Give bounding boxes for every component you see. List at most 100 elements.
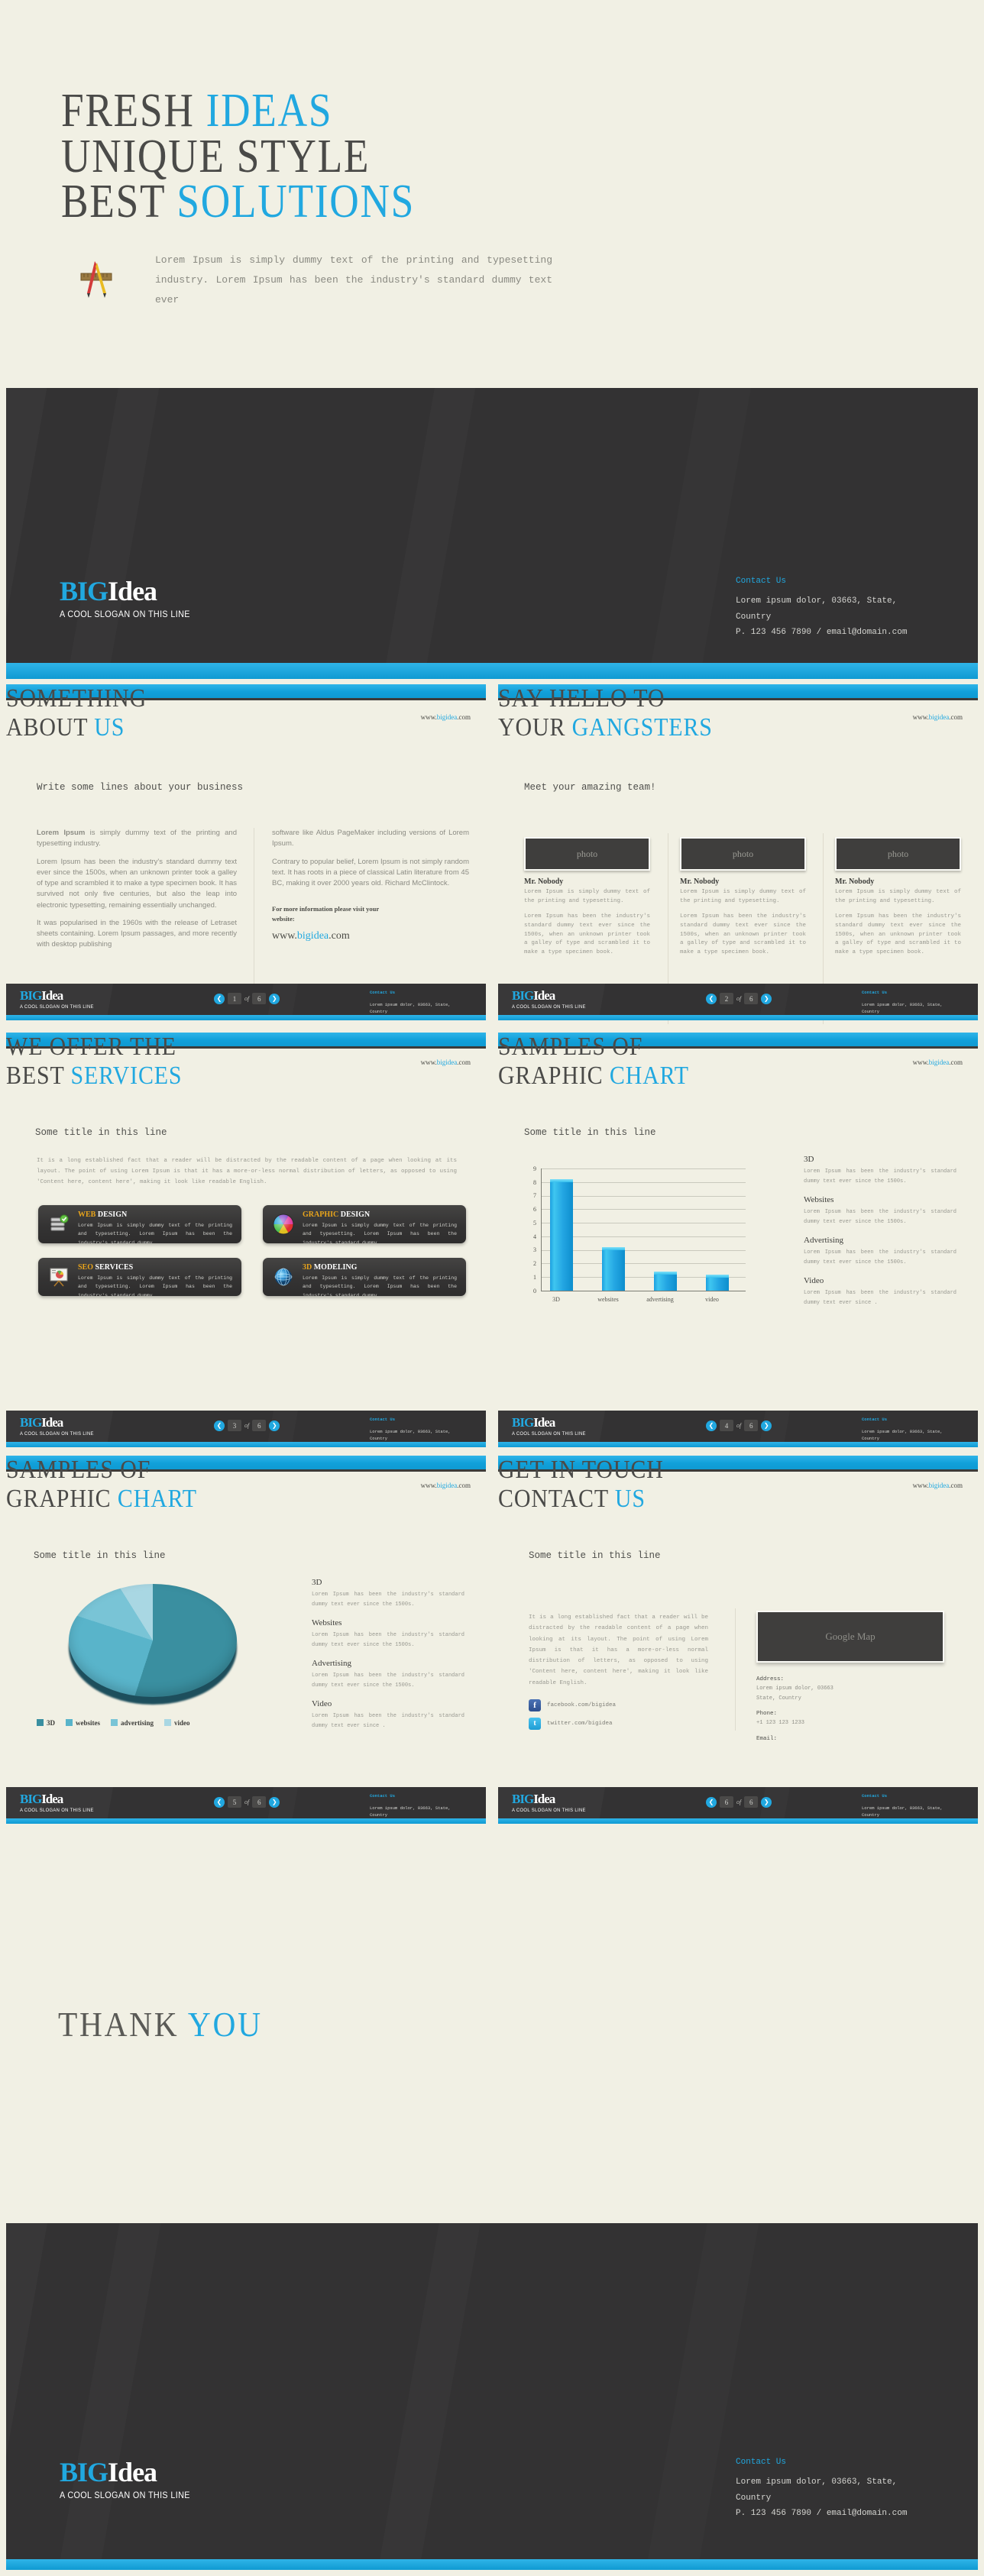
facebook-link[interactable]: f facebook.com/bigidea [529,1698,708,1711]
wireframe-sphere-icon [272,1265,295,1288]
twitter-icon: t [529,1717,541,1730]
member-name: Mr. Nobody [524,878,564,886]
closing-contact-title: Contact Us [736,2458,787,2467]
member-bio-2: Lorem Ipsum has been the industry's stan… [680,913,806,955]
google-map-placeholder[interactable]: Google Map [756,1611,944,1663]
website-tag-suffix: .com [457,713,471,721]
member-bio-2: Lorem Ipsum has been the industry's stan… [524,913,650,955]
chevron-right-icon[interactable]: ❯ [269,1420,280,1431]
member-bio-2: Lorem Ipsum has been the industry's stan… [835,913,961,955]
y-tick-4: 4 [533,1233,536,1240]
about-website-link[interactable]: www.bigidea.com [272,930,469,942]
gridline [541,1168,746,1169]
barchart-legend-list: 3D Lorem Ipsum has been the industry's s… [804,1155,956,1308]
service-card-3d-modeling[interactable]: 3D MODELING Lorem Ipsum is simply dummy … [263,1258,466,1296]
current-page-number[interactable]: 2 [720,993,733,1004]
service-card-web-design[interactable]: WEB DESIGN Lorem Ipsum is simply dummy t… [38,1205,241,1243]
barchart-title-line1: SAMPLES OF [498,1033,643,1061]
hero-line2-part1: UNIQUE STYLE [61,130,371,183]
member-photo-placeholder[interactable]: photo [835,837,961,871]
member-name: Mr. Nobody [835,878,875,886]
chevron-right-icon[interactable]: ❯ [761,1420,772,1431]
piechart-legend-list: 3D Lorem Ipsum has been the industry's s… [312,1578,464,1731]
chevron-left-icon[interactable]: ❮ [706,1796,717,1808]
hero-line3-part1: BEST [61,176,177,228]
chevron-left-icon[interactable]: ❮ [706,1420,717,1431]
current-page-number[interactable]: 4 [720,1420,733,1431]
chevron-left-icon[interactable]: ❮ [706,993,717,1004]
legend-entry-3d: 3D [37,1719,55,1727]
current-page-number[interactable]: 6 [720,1796,733,1808]
current-page-number[interactable]: 1 [228,993,241,1004]
footer-bar: BIGIdea A COOL SLOGAN ON THIS LINE ❮ 6 o… [498,1787,978,1824]
logo-slogan: A COOL SLOGAN ON THIS LINE [60,2490,190,2500]
service-card-body: Lorem Ipsum is simply dummy text of the … [78,1223,232,1243]
services-title-part2: SERVICES [70,1062,183,1090]
chevron-right-icon[interactable]: ❯ [761,993,772,1004]
hero-subtitle: Lorem Ipsum is simply dummy text of the … [155,254,552,305]
team-title-part2: GANGSTERS [571,713,713,742]
service-title-highlight: GRAPHIC [303,1210,339,1219]
chevron-right-icon[interactable]: ❯ [269,1796,280,1808]
barchart-title-part2: CHART [609,1062,689,1090]
website-tag-domain: bigidea [928,713,950,721]
total-pages-number[interactable]: 6 [252,1796,267,1808]
twitter-link[interactable]: t twitter.com/bigidea [529,1717,708,1730]
service-card-graphic-design[interactable]: GRAPHIC DESIGN Lorem Ipsum is simply dum… [263,1205,466,1243]
about-left-p3: It was popularised in the 1960s with the… [37,918,237,949]
x-tick-advertising: advertising [646,1296,674,1303]
legend-item-body: Lorem Ipsum has been the industry's stan… [312,1712,464,1729]
logo-big-text: BIG [20,1415,42,1430]
footer-contact-address-1: Lorem ipsum dolor, 03663, State, [370,1001,451,1007]
footer-contact-address-1: Lorem ipsum dolor, 03663, State, [370,1805,451,1811]
slide-services: www.bigidea.com WE OFFER THE BEST SERVIC… [6,1033,486,1321]
about-url-domain: bigidea [296,929,329,942]
service-card-title: GRAPHIC DESIGN [303,1210,370,1219]
logo-slogan: A COOL SLOGAN ON THIS LINE [512,1431,586,1437]
services-title-part1: BEST [6,1062,71,1090]
service-card-seo-services[interactable]: SEO SERVICES Lorem Ipsum is simply dummy… [38,1258,241,1296]
footer-contact-address-1: Lorem ipsum dolor, 03663, State, [370,1428,451,1434]
chevron-left-icon[interactable]: ❮ [214,1420,225,1431]
email-label: Email: [756,1735,778,1742]
legend-item-title: Websites [804,1194,834,1204]
current-page-number[interactable]: 5 [228,1796,241,1808]
chevron-right-icon[interactable]: ❯ [761,1796,772,1808]
pagination-of-label: of [736,1422,742,1429]
website-tag-suffix: .com [457,1059,471,1066]
pagination: ❮ 6 of 6 ❯ [706,1796,772,1808]
website-tag-suffix: .com [949,713,963,721]
member-bio-1: Lorem Ipsum is simply dummy text of the … [835,889,961,904]
thank-you-part1: THANK [58,2005,188,2044]
total-pages-number[interactable]: 6 [744,993,759,1004]
service-card-body: Lorem Ipsum is simply dummy text of the … [303,1223,457,1243]
service-card-title: WEB DESIGN [78,1210,127,1219]
total-pages-number[interactable]: 6 [252,993,267,1004]
closing-contact-block: Contact Us Lorem ipsum dolor, 03663, Sta… [736,2455,907,2521]
member-photo-placeholder[interactable]: photo [524,837,650,871]
cover-contact-title: Contact Us [736,577,787,586]
color-wheel-icon [272,1213,295,1236]
current-page-number[interactable]: 3 [228,1420,241,1431]
total-pages-number[interactable]: 6 [252,1420,267,1431]
member-photo-placeholder[interactable]: photo [680,837,806,871]
logo-idea-text: Idea [533,1792,555,1806]
about-visit-label: For more information please visit your w… [272,904,469,924]
pie-chart-legend: 3D websites advertising video [37,1719,190,1727]
team-member-card: photo Mr. Nobody Lorem Ipsum is simply d… [524,837,650,957]
legend-item-title: Video [312,1698,332,1708]
chevron-left-icon[interactable]: ❮ [214,1796,225,1808]
website-tag-suffix: .com [949,1482,963,1489]
logo-slogan: A COOL SLOGAN ON THIS LINE [512,1004,586,1010]
closing-contact-phone-email: P. 123 456 7890 / email@domain.com [736,2509,908,2519]
footer-contact-address-1: Lorem ipsum dolor, 03663, State, [862,1428,943,1434]
legend-item-body: Lorem Ipsum has been the industry's stan… [804,1208,956,1225]
footer-accent-strip [6,1015,486,1020]
y-tick-6: 6 [533,1206,536,1213]
chevron-right-icon[interactable]: ❯ [269,993,280,1004]
about-url-prefix: www. [272,929,297,942]
pagination-of-label: of [736,1799,742,1805]
total-pages-number[interactable]: 6 [744,1420,759,1431]
chevron-left-icon[interactable]: ❮ [214,993,225,1004]
total-pages-number[interactable]: 6 [744,1796,759,1808]
